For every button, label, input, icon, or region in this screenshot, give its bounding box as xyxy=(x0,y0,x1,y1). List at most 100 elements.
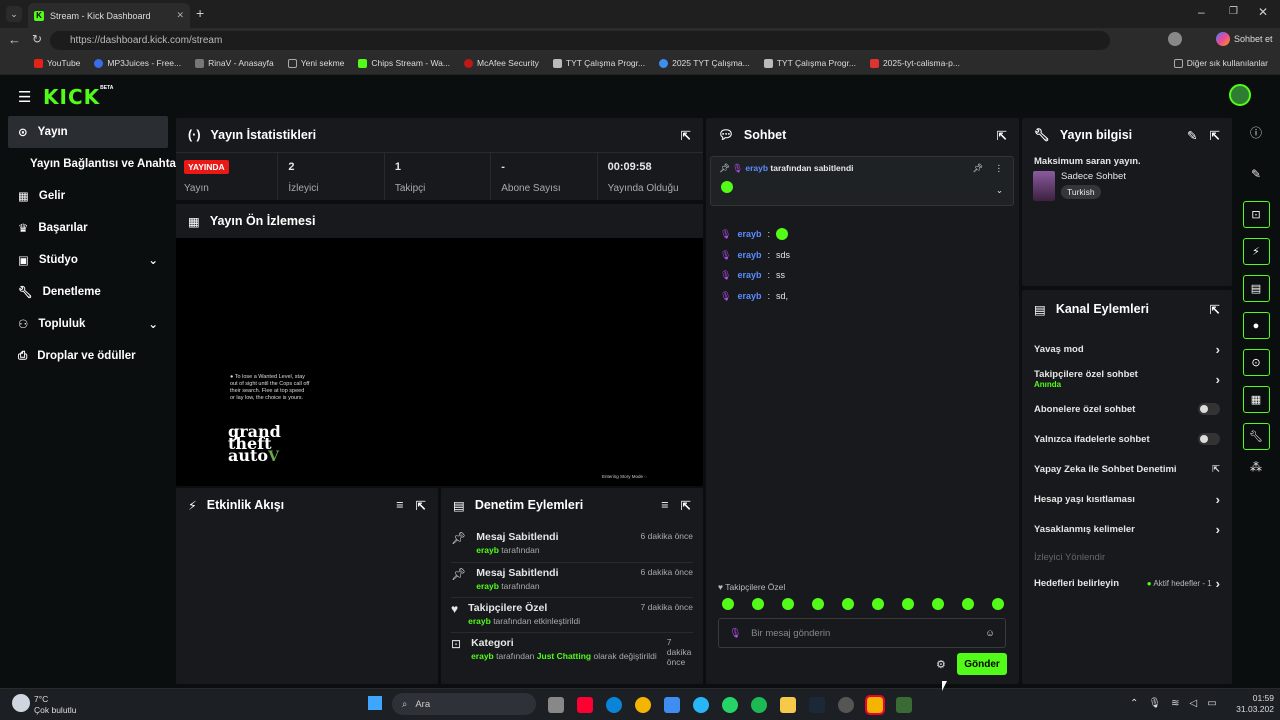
emote-icon[interactable] xyxy=(902,598,914,610)
popout-icon[interactable]: ⇱ xyxy=(1210,128,1220,143)
action-banned-words[interactable]: Yasaklanmış kelimeler › xyxy=(1034,514,1220,544)
bookmark-item[interactable]: 2025-tyt-calisma-p... xyxy=(869,58,960,68)
sidebar-item-studyo[interactable]: ▣ Stüdyo ⌄ xyxy=(0,244,172,276)
send-button[interactable]: Gönder xyxy=(957,653,1007,675)
back-icon[interactable]: ← xyxy=(8,32,21,47)
emote-icon[interactable] xyxy=(932,598,944,610)
bookmark-item[interactable]: Yeni sekme xyxy=(287,58,344,68)
bookmark-item[interactable]: MP3Juices - Free... xyxy=(94,58,181,68)
action-followers-only[interactable]: Takipçilere özel sohbet Anında › xyxy=(1034,364,1220,394)
store-icon[interactable] xyxy=(664,697,680,713)
close-window-icon[interactable]: ✕ xyxy=(1258,5,1268,19)
emote-icon[interactable] xyxy=(992,598,1004,610)
emote-icon[interactable] xyxy=(962,598,974,610)
steam-icon[interactable] xyxy=(809,697,825,713)
bookmark-item[interactable]: 2025 TYT Çalışma... xyxy=(659,58,750,68)
sidebar-item-denetleme[interactable]: 🔧︎ Denetleme xyxy=(0,276,172,308)
info-icon[interactable]: ⓘ xyxy=(1250,124,1262,141)
battery-icon[interactable]: ▭ xyxy=(1207,698,1216,709)
wifi-icon[interactable]: ≋ xyxy=(1171,698,1179,709)
other-bookmarks[interactable]: Diğer sık kullanılanlar xyxy=(1173,58,1268,68)
emote-icon[interactable] xyxy=(782,598,794,610)
action-account-age[interactable]: Hesap yaşı kısıtlaması › xyxy=(1034,484,1220,514)
filter-icon[interactable]: ≡ xyxy=(661,498,668,513)
rockstar-icon[interactable] xyxy=(865,695,885,715)
refresh-icon[interactable]: ↻ xyxy=(32,32,42,46)
action-ai-moderation[interactable]: Yapay Zeka ile Sohbet Denetimi ⇱ xyxy=(1034,454,1220,484)
new-tab-icon[interactable]: + xyxy=(196,5,204,21)
edge-icon[interactable] xyxy=(606,697,622,713)
unpin-icon[interactable]: 📌︎ xyxy=(972,163,983,174)
volume-icon[interactable]: ◁ xyxy=(1189,698,1197,709)
url-input[interactable]: https://dashboard.kick.com/stream xyxy=(50,31,1110,50)
rail-button-activity[interactable]: ⚡︎ xyxy=(1242,238,1270,265)
sidebar-item-droplar[interactable]: ⎙ Droplar ve ödüller xyxy=(0,340,172,372)
copilot-button[interactable]: Sohbet et xyxy=(1216,32,1273,46)
emote-icon[interactable] xyxy=(812,598,824,610)
file-explorer-icon[interactable] xyxy=(780,697,796,713)
bookmark-item[interactable]: TYT Çalışma Progr... xyxy=(552,58,645,68)
user-avatar[interactable] xyxy=(1229,84,1251,106)
rail-button-broadcast[interactable]: ⊙ xyxy=(1242,349,1270,376)
bookmark-item[interactable]: YouTube xyxy=(34,58,80,68)
menu-icon[interactable]: ☰ xyxy=(18,88,31,106)
bookmark-item[interactable]: Chips Stream - Wa... xyxy=(358,58,450,68)
weather-icon[interactable] xyxy=(12,694,30,712)
category-thumbnail[interactable] xyxy=(1033,171,1055,201)
chat-input[interactable]: 🎙︎ Bir mesaj gönderin ☺ xyxy=(718,618,1006,648)
chrome-icon[interactable] xyxy=(635,697,651,713)
sidebar-item-topluluk[interactable]: ⚇ Topluluk ⌄ xyxy=(0,308,172,340)
sidebar-item-gelir[interactable]: ▦ Gelir xyxy=(0,180,172,212)
sidebar-item-basarilar[interactable]: ♛ Başarılar xyxy=(0,212,172,244)
edit-icon[interactable]: ✎ xyxy=(1187,128,1197,143)
rail-button-preview[interactable]: ⊡ xyxy=(1242,201,1270,228)
sidebar-item-yayin[interactable]: ⊙ Yayın xyxy=(8,116,168,148)
rail-button-chat[interactable]: ● xyxy=(1242,312,1270,339)
popout-icon[interactable]: ⇱ xyxy=(681,498,691,513)
settings-icon[interactable]: ⚙ xyxy=(936,658,946,671)
popout-icon[interactable]: ⇱ xyxy=(681,128,691,143)
close-tab-icon[interactable]: ✕ xyxy=(176,10,184,21)
filter-icon[interactable]: ≡ xyxy=(396,498,403,513)
emoji-icon[interactable]: ☺ xyxy=(985,628,995,639)
emote-icon[interactable] xyxy=(872,598,884,610)
whatsapp-icon[interactable] xyxy=(722,697,738,713)
chevron-up-icon[interactable]: ⌃ xyxy=(1130,698,1138,709)
action-slow-mode[interactable]: Yavaş mod › xyxy=(1034,334,1220,364)
more-icon[interactable]: ⋮ xyxy=(995,163,1004,174)
emote-icon[interactable] xyxy=(842,598,854,610)
app-icon[interactable] xyxy=(838,697,854,713)
widgets-icon[interactable]: ⁂ xyxy=(1250,460,1262,474)
bookmark-item[interactable]: TYT Çalışma Progr... xyxy=(763,58,856,68)
spotify-icon[interactable] xyxy=(751,697,767,713)
category-name[interactable]: Sadece Sohbet xyxy=(1061,171,1126,182)
weather-widget[interactable]: 7°C Çok bulutlu xyxy=(34,694,77,716)
taskbar-search[interactable]: ⌕ Ara xyxy=(392,693,536,715)
emote-icon[interactable] xyxy=(722,598,734,610)
kick-logo[interactable]: KICK BETA xyxy=(43,85,113,109)
tab-list-button[interactable]: ⌄ xyxy=(6,6,22,22)
rail-button-log[interactable]: ▤ xyxy=(1242,275,1270,302)
clock[interactable]: 01:59 31.03.202 xyxy=(1228,693,1274,715)
maximize-icon[interactable]: ❐ xyxy=(1229,6,1238,17)
sidebar-item-stream-key[interactable]: Yayın Bağlantısı ve Anahtarı xyxy=(0,148,184,180)
subscribers-only-toggle[interactable] xyxy=(1198,403,1220,415)
popout-icon[interactable]: ⇱ xyxy=(997,128,1007,143)
app-icon[interactable] xyxy=(577,697,593,713)
minimize-icon[interactable]: – xyxy=(1198,5,1205,19)
browser-tab[interactable]: K Stream - Kick Dashboard ✕ xyxy=(28,3,190,28)
popout-icon[interactable]: ⇱ xyxy=(1210,302,1220,317)
action-goals[interactable]: Hedefleri belirleyin ● Aktif hedefler - 1… xyxy=(1034,570,1220,596)
app-icon[interactable] xyxy=(693,697,709,713)
emotes-only-toggle[interactable] xyxy=(1198,433,1220,445)
bookmark-item[interactable]: RinaV - Anasayfa xyxy=(195,58,274,68)
rail-button-actions[interactable]: ▦ xyxy=(1242,386,1270,413)
chevron-down-icon[interactable]: ⌄ xyxy=(996,185,1003,196)
edit-icon[interactable]: ✎ xyxy=(1251,167,1261,181)
emote-icon[interactable] xyxy=(752,598,764,610)
popout-icon[interactable]: ⇱ xyxy=(416,498,426,513)
rail-button-tools[interactable]: 🔧︎ xyxy=(1242,423,1270,450)
task-view-icon[interactable] xyxy=(548,697,564,713)
bookmark-item[interactable]: McAfee Security xyxy=(464,58,539,68)
gta-icon[interactable] xyxy=(896,697,912,713)
